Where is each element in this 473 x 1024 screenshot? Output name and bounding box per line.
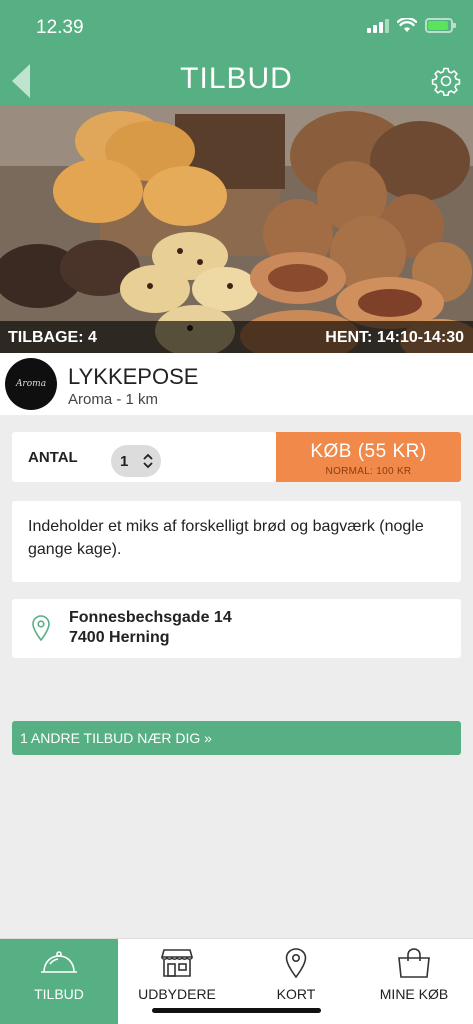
address-card[interactable]: Fonnesbechsgade 14 7400 Herning bbox=[12, 599, 461, 658]
tab-label: KORT bbox=[276, 986, 316, 1002]
quantity-card: ANTAL 1 bbox=[12, 432, 276, 482]
home-indicator bbox=[152, 1008, 321, 1013]
quantity-value: 1 bbox=[120, 453, 129, 470]
vendor-header: Aroma LYKKEPOSE Aroma - 1 km bbox=[0, 353, 473, 415]
store-icon bbox=[160, 949, 194, 977]
tab-mine-koeb[interactable]: MINE KØB bbox=[355, 939, 473, 1024]
quantity-select[interactable]: 1 bbox=[111, 445, 161, 477]
tab-label: MINE KØB bbox=[379, 986, 449, 1002]
description-card: Indeholder et miks af forskelligt brød o… bbox=[12, 501, 461, 582]
offer-title: LYKKEPOSE bbox=[68, 364, 199, 389]
tab-label: TILBUD bbox=[34, 986, 84, 1002]
app-header: 12.39 TILBUD bbox=[0, 0, 473, 106]
tab-tilbud[interactable]: TILBUD bbox=[0, 939, 118, 1024]
vendor-logo: Aroma bbox=[5, 358, 57, 410]
tab-label: UDBYDERE bbox=[138, 986, 216, 1002]
other-offers-label: 1 ANDRE TILBUD NÆR DIG » bbox=[20, 730, 212, 746]
signal-icon bbox=[367, 18, 389, 33]
gear-icon[interactable] bbox=[431, 66, 461, 96]
offer-info-bar: TILBAGE: 4 HENT: 14:10-14:30 bbox=[0, 321, 473, 353]
buy-button-label: KØB (55 KR) bbox=[310, 441, 427, 462]
cloche-icon bbox=[41, 951, 77, 973]
offer-description: Indeholder et miks af forskelligt brød o… bbox=[28, 518, 424, 558]
vendor-logo-text: Aroma bbox=[15, 379, 47, 389]
shopping-bag-icon bbox=[398, 948, 430, 978]
chevron-updown-icon bbox=[143, 453, 153, 469]
wifi-icon bbox=[397, 18, 417, 32]
bread-photo bbox=[0, 106, 473, 353]
status-icons bbox=[367, 18, 456, 33]
status-time: 12.39 bbox=[36, 17, 84, 38]
battery-icon bbox=[425, 18, 456, 33]
remaining-count: TILBAGE: 4 bbox=[8, 329, 97, 346]
address-street: Fonnesbechsgade 14 bbox=[69, 609, 232, 626]
location-pin-icon bbox=[32, 615, 50, 641]
status-bar: 12.39 bbox=[0, 0, 473, 54]
buy-button[interactable]: KØB (55 KR) NORMAL: 100 KR bbox=[276, 432, 461, 482]
quantity-label: ANTAL bbox=[28, 449, 78, 466]
other-offers-button[interactable]: 1 ANDRE TILBUD NÆR DIG » bbox=[12, 721, 461, 755]
normal-price: NORMAL: 100 KR bbox=[325, 466, 412, 477]
address-city: 7400 Herning bbox=[69, 629, 170, 646]
page-title: TILBUD bbox=[180, 62, 293, 95]
offer-photo: TILBAGE: 4 HENT: 14:10-14:30 bbox=[0, 106, 473, 353]
pickup-time: HENT: 14:10-14:30 bbox=[325, 329, 464, 346]
map-pin-icon bbox=[285, 948, 307, 979]
vendor-distance: Aroma - 1 km bbox=[68, 391, 159, 408]
